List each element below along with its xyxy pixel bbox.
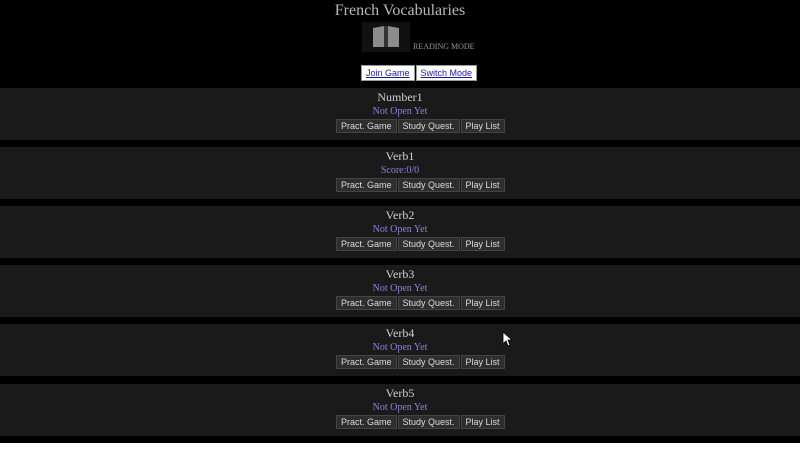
study-quest-button[interactable]: Study Quest.: [397, 355, 460, 369]
pract-game-button[interactable]: Pract. Game: [336, 237, 397, 251]
play-list-button[interactable]: Play List: [460, 355, 505, 369]
open-book-icon: [362, 22, 410, 52]
play-list-button[interactable]: Play List: [460, 415, 505, 429]
set-status: Not Open Yet: [372, 224, 428, 235]
mode-label: READING MODE: [413, 42, 475, 51]
page-title: French Vocabularies: [334, 2, 466, 19]
set-button-group: Pract. Game Study Quest. Play List: [336, 415, 505, 429]
pract-game-button[interactable]: Pract. Game: [336, 119, 397, 133]
set-name: Verb2: [385, 208, 415, 222]
pract-game-button[interactable]: Pract. Game: [336, 178, 397, 192]
set-name: Verb1: [385, 149, 415, 163]
study-quest-button[interactable]: Study Quest.: [397, 296, 460, 310]
set-button-group: Pract. Game Study Quest. Play List: [336, 237, 505, 251]
header: French Vocabularies READING MODE Join Ga…: [0, 0, 800, 88]
join-game-button[interactable]: Join Game: [361, 65, 415, 81]
top-button-group: Join Game Switch Mode: [361, 65, 478, 81]
study-quest-button[interactable]: Study Quest.: [397, 415, 460, 429]
set-name: Verb3: [385, 267, 415, 281]
play-list-button[interactable]: Play List: [460, 237, 505, 251]
study-quest-button[interactable]: Study Quest.: [397, 237, 460, 251]
play-list-button[interactable]: Play List: [460, 178, 505, 192]
set-button-group: Pract. Game Study Quest. Play List: [336, 119, 505, 133]
switch-mode-button[interactable]: Switch Mode: [415, 65, 478, 81]
set-button-group: Pract. Game Study Quest. Play List: [336, 355, 505, 369]
vocab-set-panel: Verb3 Not Open Yet Pract. Game Study Que…: [0, 265, 800, 317]
page-bottom-strip: [0, 443, 800, 450]
pract-game-button[interactable]: Pract. Game: [336, 415, 397, 429]
set-button-group: Pract. Game Study Quest. Play List: [336, 296, 505, 310]
vocab-set-panel: Number1 Not Open Yet Pract. Game Study Q…: [0, 88, 800, 140]
pract-game-button[interactable]: Pract. Game: [336, 296, 397, 310]
vocab-set-panel: Verb2 Not Open Yet Pract. Game Study Que…: [0, 206, 800, 258]
set-name: Verb4: [385, 326, 415, 340]
set-status: Not Open Yet: [372, 283, 428, 294]
play-list-button[interactable]: Play List: [460, 296, 505, 310]
set-status: Not Open Yet: [372, 402, 428, 413]
study-quest-button[interactable]: Study Quest.: [397, 178, 460, 192]
play-list-button[interactable]: Play List: [460, 119, 505, 133]
study-quest-button[interactable]: Study Quest.: [397, 119, 460, 133]
mouse-cursor-icon: [502, 331, 512, 347]
pract-game-button[interactable]: Pract. Game: [336, 355, 397, 369]
set-status: Score:0/0: [380, 165, 420, 176]
set-name: Verb5: [385, 386, 415, 400]
vocab-set-panel: Verb5 Not Open Yet Pract. Game Study Que…: [0, 384, 800, 436]
vocab-set-panel: Verb4 Not Open Yet Pract. Game Study Que…: [0, 324, 800, 376]
set-button-group: Pract. Game Study Quest. Play List: [336, 178, 505, 192]
set-name: Number1: [377, 90, 423, 104]
set-status: Not Open Yet: [372, 106, 428, 117]
set-status: Not Open Yet: [372, 342, 428, 353]
vocab-set-panel: Verb1 Score:0/0 Pract. Game Study Quest.…: [0, 147, 800, 199]
